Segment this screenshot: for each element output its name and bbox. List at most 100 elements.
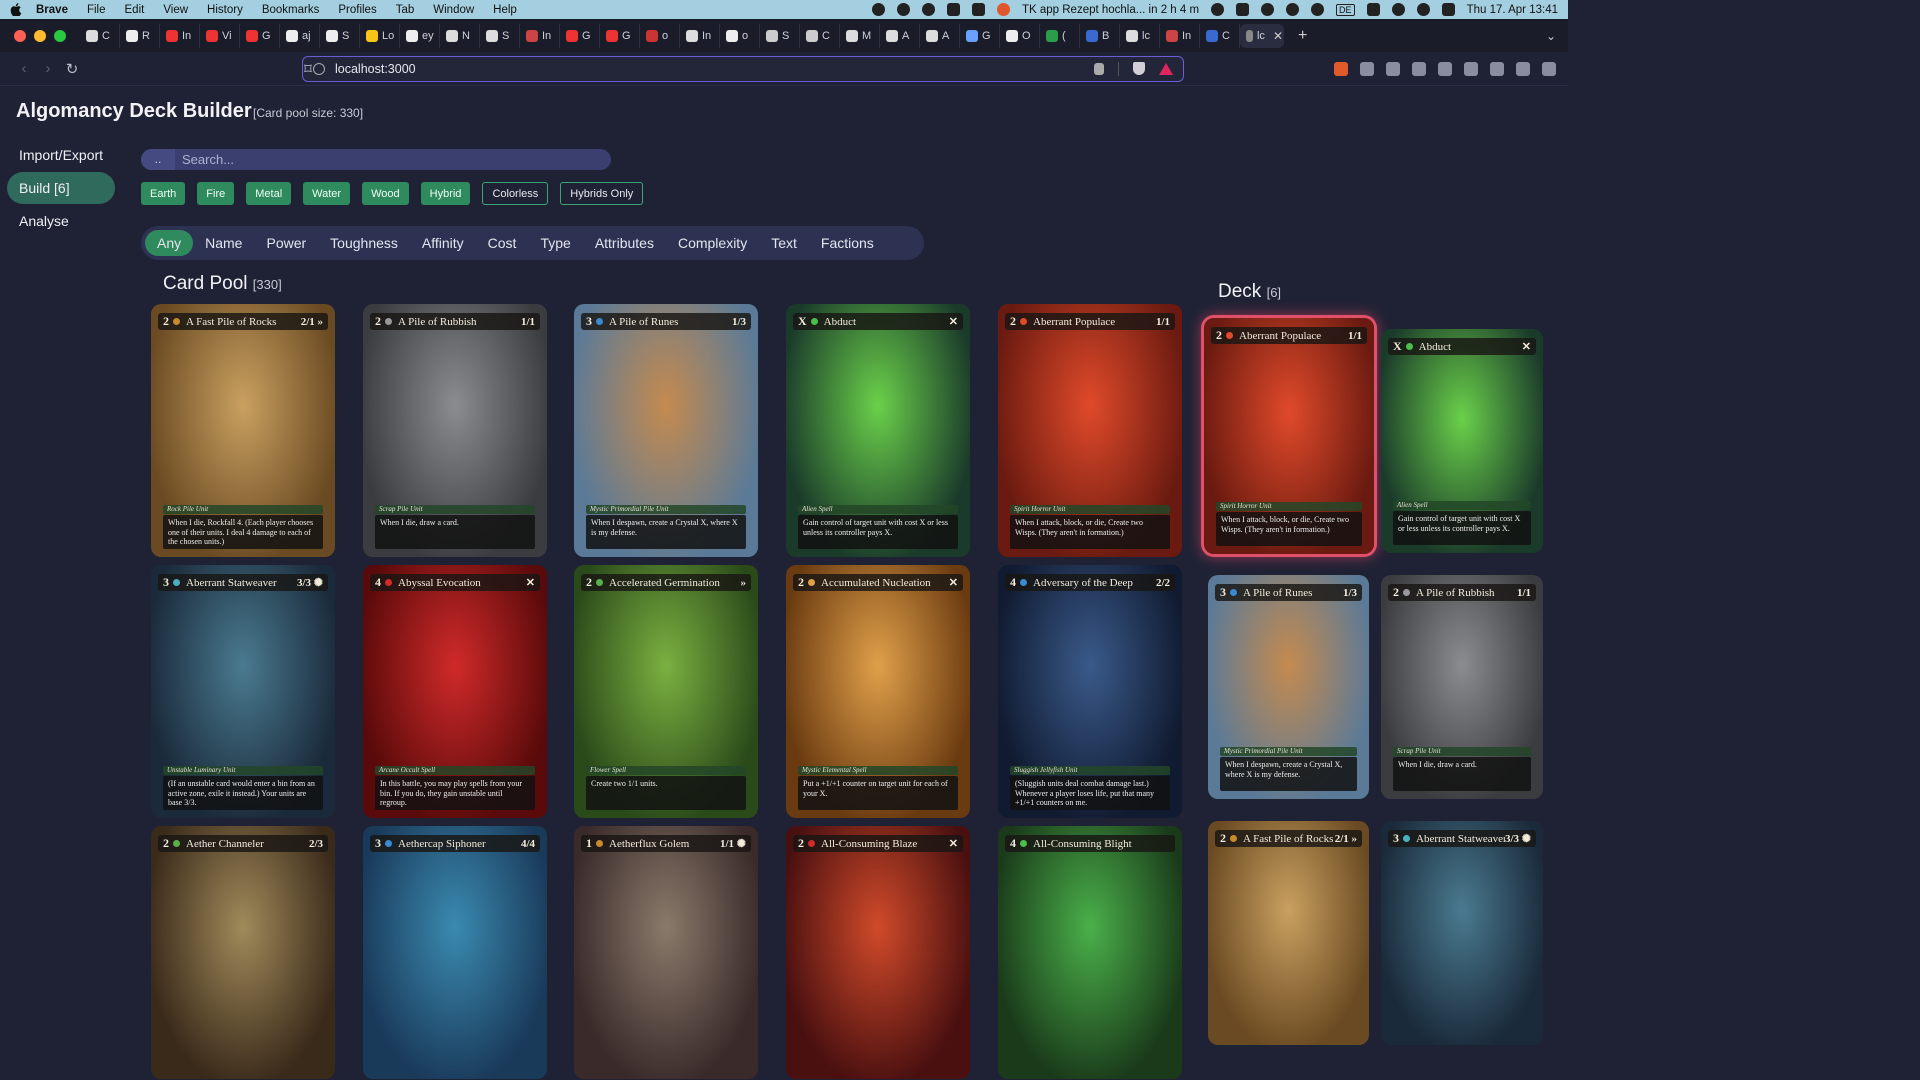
sort-factions[interactable]: Factions xyxy=(809,230,886,256)
browser-tab[interactable]: In xyxy=(160,23,200,48)
browser-tab[interactable]: Lo xyxy=(360,23,400,48)
card[interactable]: 4 All-Consuming Blight xyxy=(998,826,1182,1079)
menu-profiles[interactable]: Profiles xyxy=(338,4,376,16)
browser-tab[interactable]: N xyxy=(440,23,480,48)
minimize-window-button[interactable] xyxy=(34,29,46,42)
clock[interactable]: Thu 17. Apr 13:41 xyxy=(1467,4,1558,16)
sort-toughness[interactable]: Toughness xyxy=(318,230,410,256)
share-icon[interactable] xyxy=(1094,62,1104,75)
browser-tab[interactable]: M xyxy=(840,23,880,48)
card[interactable]: 1 Aetherflux Golem 1/1 ✺ xyxy=(574,826,758,1079)
browser-tab[interactable]: lc xyxy=(1120,23,1160,48)
browser-tab[interactable]: G xyxy=(960,23,1000,48)
nav-analyse[interactable]: Analyse xyxy=(7,205,115,237)
sort-attributes[interactable]: Attributes xyxy=(583,230,666,256)
zoom-window-button[interactable] xyxy=(54,29,66,42)
browser-tab[interactable]: ey xyxy=(400,23,440,48)
new-tab-button[interactable]: + xyxy=(1298,27,1307,45)
card[interactable]: 2 A Pile of Rubbish 1/1 Scrap Pile Unit When… xyxy=(1381,575,1543,799)
reload-button[interactable]: ↻ xyxy=(60,60,84,78)
browser-tab[interactable]: G xyxy=(560,23,600,48)
filter-fire[interactable]: Fire xyxy=(197,182,235,205)
browser-tab[interactable]: G xyxy=(240,23,280,48)
status-icon[interactable] xyxy=(921,3,935,16)
sort-any[interactable]: Any xyxy=(145,230,194,256)
menu-tab[interactable]: Tab xyxy=(396,4,415,16)
browser-tab[interactable]: A xyxy=(880,23,920,48)
card[interactable]: 2 A Pile of Rubbish 1/1 Scrap Pile Unit When… xyxy=(363,304,547,557)
browser-tab[interactable]: ( xyxy=(1040,23,1080,48)
card[interactable]: 2 Aberrant Populace 1/1 Spirit Horror Unit W… xyxy=(1204,318,1374,554)
wallet-icon[interactable] xyxy=(1464,61,1478,76)
card[interactable]: 2 Aether Channeler 2/3 xyxy=(151,826,335,1079)
menu-help[interactable]: Help xyxy=(493,4,517,16)
card[interactable]: 2 Aberrant Populace 1/1 Spirit Horror Unit W… xyxy=(998,304,1182,557)
forward-button[interactable]: › xyxy=(36,60,60,77)
control-center-icon[interactable] xyxy=(1441,3,1455,16)
brave-rewards-icon[interactable] xyxy=(1159,62,1173,75)
browser-tab[interactable]: S xyxy=(760,23,800,48)
filter-water[interactable]: Water xyxy=(303,182,351,205)
browser-tab[interactable]: o xyxy=(640,23,680,48)
card[interactable]: 3 Aberrant Statweaver 3/3 ✺ Unstable Lumina… xyxy=(151,565,335,818)
puzzle-icon[interactable] xyxy=(1412,61,1426,76)
close-tab-icon[interactable]: ✕ xyxy=(1273,29,1283,43)
browser-tab[interactable]: S xyxy=(320,23,360,48)
tab-search-chevron-icon[interactable]: ⌄ xyxy=(1546,29,1556,43)
status-icon[interactable] xyxy=(946,3,960,16)
filter-hybrid[interactable]: Hybrid xyxy=(420,182,471,205)
status-icon[interactable] xyxy=(971,3,985,16)
card[interactable]: 3 A Pile of Runes 1/3 Mystic Primordial Pil… xyxy=(574,304,758,557)
search-input[interactable] xyxy=(175,152,595,167)
menu-bookmarks[interactable]: Bookmarks xyxy=(262,4,320,16)
brave-shields-icon[interactable] xyxy=(1133,62,1145,75)
menu-window[interactable]: Window xyxy=(433,4,474,16)
bookmark-icon[interactable]: ⌑ xyxy=(296,60,320,78)
filter-earth[interactable]: Earth xyxy=(141,182,186,205)
address-bar[interactable]: localhost:3000 xyxy=(302,55,1184,82)
card[interactable]: 2 A Fast Pile of Rocks 2/1 » xyxy=(1208,821,1369,1045)
menu-history[interactable]: History xyxy=(207,4,243,16)
filter-metal[interactable]: Metal xyxy=(246,182,292,205)
filter-wood[interactable]: Wood xyxy=(362,182,409,205)
sidebar-icon[interactable] xyxy=(1438,61,1452,76)
vpn-icon[interactable] xyxy=(1516,61,1530,76)
status-icon[interactable] xyxy=(1211,3,1225,16)
card[interactable]: 2 Accelerated Germination » Flower Spell Cre… xyxy=(574,565,758,818)
browser-tab[interactable]: aj xyxy=(280,23,320,48)
apple-logo-icon[interactable] xyxy=(10,3,22,16)
play-icon[interactable] xyxy=(1311,3,1325,16)
calendar-reminder[interactable]: TK app Rezept hochla... in 2 h 4 m xyxy=(1022,4,1199,16)
leo-ai-icon[interactable] xyxy=(1490,61,1504,76)
browser-tab[interactable]: B xyxy=(1080,23,1120,48)
browser-tab[interactable]: In xyxy=(1160,23,1200,48)
search-icon[interactable] xyxy=(1416,3,1430,16)
browser-tab[interactable]: C xyxy=(80,23,120,48)
menu-view[interactable]: View xyxy=(163,4,188,16)
browser-tab[interactable]: In xyxy=(680,23,720,48)
menu-icon[interactable] xyxy=(1542,61,1556,76)
sort-cost[interactable]: Cost xyxy=(476,230,529,256)
browser-tab[interactable]: A xyxy=(920,23,960,48)
filter-hybrids-only[interactable]: Hybrids Only xyxy=(560,182,644,205)
user-icon[interactable] xyxy=(1286,3,1300,16)
sort-affinity[interactable]: Affinity xyxy=(410,230,476,256)
card[interactable]: 2 Accumulated Nucleation ✕ Mystic Elemental… xyxy=(786,565,970,818)
extension-icon[interactable] xyxy=(1334,61,1348,76)
menu-file[interactable]: File xyxy=(87,4,106,16)
browser-tab[interactable]: o xyxy=(720,23,760,48)
browser-tab[interactable]: In xyxy=(520,23,560,48)
nav-import-export[interactable]: Import/Export xyxy=(7,139,115,171)
card[interactable]: 3 Aberrant Statweaver 3/3 ✺ xyxy=(1381,821,1543,1045)
sort-name[interactable]: Name xyxy=(193,230,254,256)
camera-icon[interactable] xyxy=(1360,61,1374,76)
status-icon[interactable] xyxy=(1261,3,1275,16)
card[interactable]: 3 Aethercap Siphoner 4/4 xyxy=(363,826,547,1079)
browser-tab[interactable]: C xyxy=(1200,23,1240,48)
browser-tab[interactable]: Vi xyxy=(200,23,240,48)
sort-complexity[interactable]: Complexity xyxy=(666,230,759,256)
battery-icon[interactable] xyxy=(1366,3,1380,16)
browser-tab[interactable]: G xyxy=(600,23,640,48)
browser-tab[interactable]: R xyxy=(120,23,160,48)
status-icon[interactable] xyxy=(996,3,1010,16)
